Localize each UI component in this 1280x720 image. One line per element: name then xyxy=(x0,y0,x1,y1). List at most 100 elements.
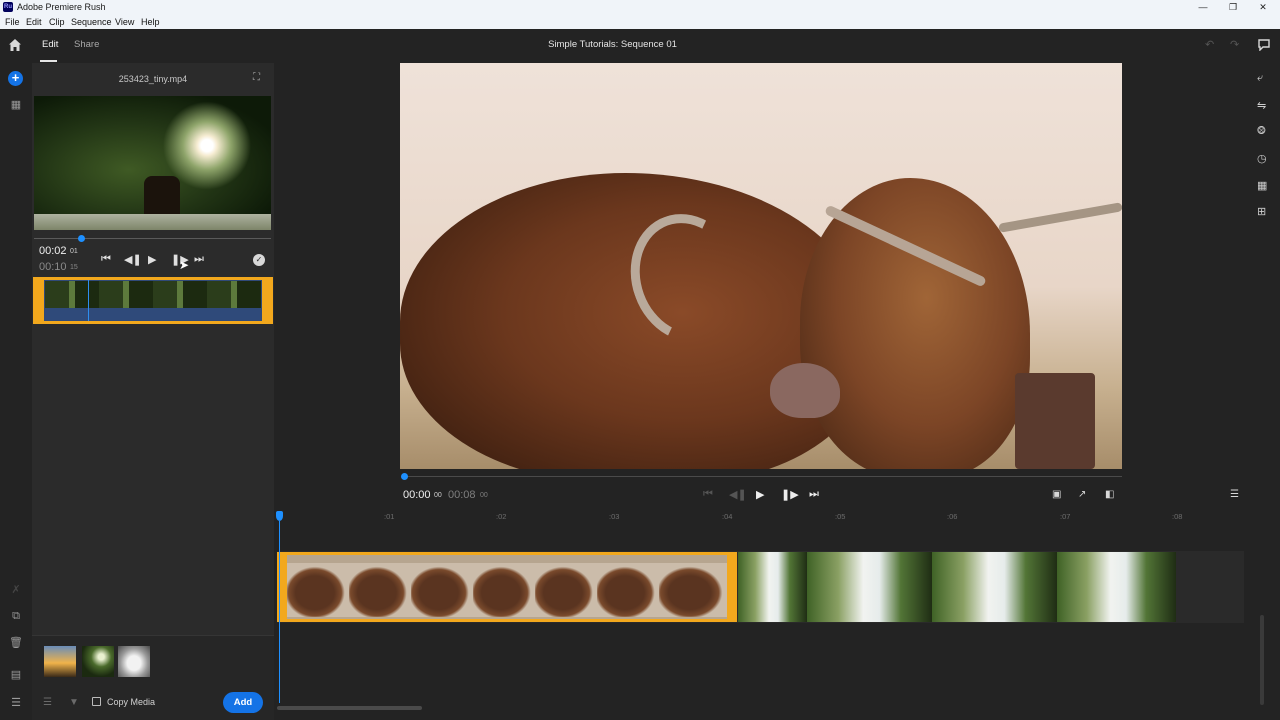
highland-cattle-clip[interactable] xyxy=(277,552,737,622)
title-bar: Ru Adobe Premiere Rush — ❐ ✕ xyxy=(0,0,1280,15)
highland-cow-back xyxy=(800,178,1030,469)
source-out-handle[interactable] xyxy=(262,280,270,321)
timeline-playhead[interactable] xyxy=(276,511,283,521)
program-play-icon[interactable]: ▶ xyxy=(756,488,764,501)
vertical-scrollbar[interactable] xyxy=(1260,615,1264,705)
back-cow-horn xyxy=(998,202,1122,233)
trash-icon[interactable]: 🗑 xyxy=(9,637,23,649)
speed-icon[interactable]: ◷ xyxy=(1257,152,1267,165)
window-title: Adobe Premiere Rush xyxy=(17,2,106,12)
color-icon[interactable]: ⨷ xyxy=(1257,125,1266,138)
transitions-icon[interactable]: ⤶ xyxy=(1257,72,1263,85)
add-button[interactable]: Add xyxy=(223,692,263,713)
source-duration: 00:10 xyxy=(39,261,67,273)
source-current-time: 00:02 xyxy=(39,245,67,257)
redo-icon[interactable]: ↷ xyxy=(1230,38,1239,51)
ruler-label: :05 xyxy=(835,512,846,521)
timeline-playhead-line xyxy=(279,521,280,703)
source-playhead[interactable] xyxy=(78,235,85,242)
source-panel: 253423_tiny.mp4 ⛶ 00:02 01 00:10 15 ⏮ ◀​… xyxy=(32,63,274,720)
duplicate-icon[interactable]: ⧉ xyxy=(9,610,23,622)
source-clip-strip[interactable] xyxy=(33,277,273,324)
menu-clip[interactable]: Clip xyxy=(49,17,65,27)
timeline-view-icon[interactable]: ▤ xyxy=(9,669,23,681)
left-rail: + ▦ ✗ ⧉ 🗑 ▤ ☰ xyxy=(0,63,32,720)
audio-icon[interactable]: ▦ xyxy=(1257,179,1267,192)
header: Edit Share Simple Tutorials: Sequence 01… xyxy=(0,29,1280,63)
source-scrub-bar[interactable] xyxy=(34,238,271,239)
close-icon[interactable]: ✕ xyxy=(1248,0,1278,15)
ruler-label: :03 xyxy=(609,512,620,521)
menu-view[interactable]: View xyxy=(115,17,134,27)
ruler-label: :04 xyxy=(722,512,733,521)
ruler-label: :06 xyxy=(947,512,958,521)
program-current-time: 00:00 xyxy=(403,489,431,501)
export-frame-icon[interactable]: ↗ xyxy=(1078,489,1086,500)
source-clip-thumbnails xyxy=(45,281,261,308)
step-back-icon[interactable]: ◀​❚ xyxy=(124,253,142,266)
crop-icon[interactable]: ⊞ xyxy=(1257,205,1266,218)
ruler-label: :08 xyxy=(1172,512,1183,521)
tree-thumbnail[interactable] xyxy=(82,646,114,677)
cow-nose xyxy=(770,363,840,418)
minimize-icon[interactable]: — xyxy=(1188,0,1218,15)
go-to-end-icon[interactable]: ⏭ xyxy=(194,253,204,266)
rusty-gate xyxy=(1015,373,1095,469)
menu-edit[interactable]: Edit xyxy=(26,17,42,27)
media-bin-icon[interactable]: ▦ xyxy=(9,99,23,111)
right-rail: ⤶ ⇋ ⨷ ◷ ▦ ⊞ xyxy=(1248,63,1280,720)
timeline: :01 :02 :03 :04 :05 :06 :07 :08 xyxy=(274,511,1248,720)
fit-frame-icon[interactable]: ⛶ xyxy=(253,72,265,84)
menu-file[interactable]: File xyxy=(5,17,20,27)
titles-icon[interactable]: ⇋ xyxy=(1257,99,1266,112)
source-in-handle[interactable] xyxy=(36,280,44,321)
comment-icon[interactable] xyxy=(1258,38,1270,52)
source-duration-frame: 15 xyxy=(70,264,78,271)
ruler-label: :02 xyxy=(496,512,507,521)
program-duration-frame: 00 xyxy=(480,492,488,499)
add-media-button[interactable]: + xyxy=(8,71,23,86)
copy-media-checkbox[interactable] xyxy=(92,697,101,706)
sunset-thumbnail[interactable] xyxy=(44,646,76,677)
program-step-forward-icon[interactable]: ❚▶ xyxy=(781,488,799,501)
program-playhead[interactable] xyxy=(401,473,408,480)
ruler-label: :07 xyxy=(1060,512,1071,521)
restore-icon[interactable]: ❐ xyxy=(1218,0,1248,15)
source-current-frame: 01 xyxy=(70,248,78,255)
menu-help[interactable]: Help xyxy=(141,17,160,27)
fit-preview-icon[interactable]: ▣ xyxy=(1052,489,1061,500)
source-file-name: 253423_tiny.mp4 xyxy=(118,74,188,84)
waterfall-clip[interactable] xyxy=(738,552,1176,622)
filter-icon[interactable]: ▼ xyxy=(69,697,79,708)
list-view-icon[interactable]: ☰ xyxy=(43,697,52,708)
link-icon[interactable]: ✗ xyxy=(9,584,23,596)
program-monitor: 00:00 00 00:08 00 ⏮ ◀❚ ▶ ❚▶ ⏭ ▣ ↗ ◧ ☰ xyxy=(274,63,1248,511)
program-scrub-bar[interactable] xyxy=(404,476,1122,477)
aspect-ratio-icon[interactable]: ◧ xyxy=(1105,489,1114,500)
source-clip-playhead[interactable] xyxy=(88,280,89,321)
copy-media-label: Copy Media xyxy=(107,697,156,707)
sequence-title: Simple Tutorials: Sequence 01 xyxy=(548,39,677,50)
confirm-check-icon[interactable]: ✓ xyxy=(253,254,265,266)
menu-sequence[interactable]: Sequence xyxy=(71,17,112,27)
program-step-back-icon[interactable]: ◀❚ xyxy=(729,488,747,501)
program-go-to-start-icon[interactable]: ⏮ xyxy=(703,488,713,501)
white-horse-thumbnail[interactable] xyxy=(118,646,150,677)
timeline-scrollbar[interactable] xyxy=(277,706,422,710)
timeline-menu-icon[interactable]: ☰ xyxy=(1230,489,1239,500)
time-ruler[interactable]: :01 :02 :03 :04 :05 :06 :07 :08 xyxy=(274,511,1248,525)
program-current-frame: 00 xyxy=(434,492,442,499)
menu-bar: File Edit Clip Sequence View Help xyxy=(0,15,1280,29)
undo-icon[interactable]: ↶ xyxy=(1205,38,1214,51)
source-preview-image[interactable] xyxy=(34,96,271,230)
media-bin: ☰ ▼ Copy Media Add xyxy=(32,635,274,720)
mouse-cursor-icon: ➤ xyxy=(179,258,190,272)
program-video-frame[interactable] xyxy=(400,63,1122,469)
active-tab-indicator xyxy=(40,60,57,62)
play-icon[interactable]: ▶ xyxy=(148,253,156,266)
project-list-icon[interactable]: ☰ xyxy=(9,697,23,709)
go-to-start-icon[interactable]: ⏮ xyxy=(101,253,111,266)
app-icon: Ru xyxy=(3,2,13,12)
program-go-to-end-icon[interactable]: ⏭ xyxy=(809,488,819,501)
program-duration: 00:08 xyxy=(448,489,476,501)
